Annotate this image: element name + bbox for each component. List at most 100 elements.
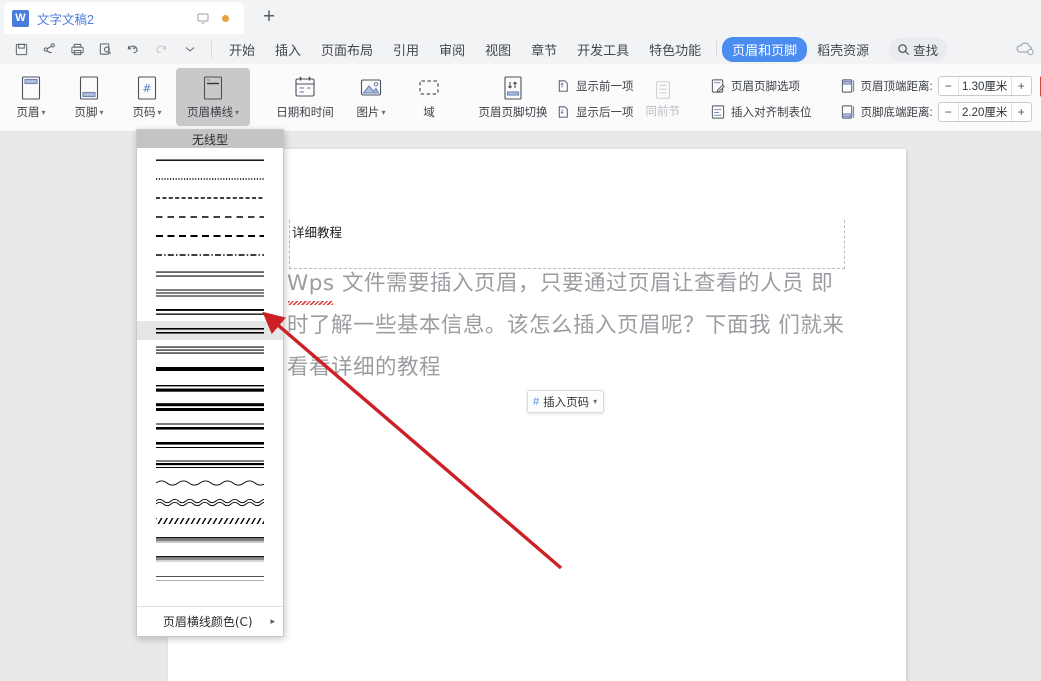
tab-review[interactable]: 审阅 (429, 37, 475, 62)
page-number-button[interactable]: # 页码 ▾ (118, 68, 176, 126)
line-style-item[interactable] (137, 378, 283, 397)
header-top-distance-value[interactable]: 1.30厘米 (958, 77, 1012, 95)
navigation-stack: 显示前一项 显示后一项 (550, 68, 640, 126)
line-style-item[interactable] (137, 359, 283, 378)
chevron-down-icon: ▾ (593, 397, 597, 406)
show-next-button[interactable]: 显示后一项 (550, 99, 640, 125)
switch-header-footer-label: 页眉页脚切换 (479, 104, 548, 120)
insert-page-number-floating-button[interactable]: # 插入页码 ▾ (527, 390, 604, 413)
tab-view[interactable]: 视图 (475, 37, 521, 62)
header-top-increase-button[interactable]: + (1012, 77, 1031, 95)
line-style-item[interactable] (137, 150, 283, 169)
share-icon[interactable] (38, 38, 61, 60)
date-and-time-label: 日期和时间 (276, 104, 334, 120)
show-previous-button[interactable]: 显示前一项 (550, 73, 640, 99)
find-button[interactable]: 查找 (889, 38, 948, 61)
cloud-sync-icon[interactable] (1015, 39, 1035, 62)
page-number-icon: # (135, 73, 159, 103)
show-previous-icon (556, 78, 571, 94)
header-button-text: 页眉 (16, 104, 39, 120)
body-paragraph[interactable]: Wps 文件需要插入页眉，只要通过页眉让查看的人员 即时了解一些基本信息。该怎么… (287, 263, 853, 389)
footer-bottom-increase-button[interactable]: + (1012, 103, 1031, 121)
ribbon-group-insert: 日期和时间 图片 ▾ (266, 64, 460, 132)
line-style-preview (156, 191, 264, 205)
new-tab-button[interactable]: + (257, 6, 281, 30)
line-style-item[interactable] (137, 340, 283, 359)
save-icon[interactable] (10, 38, 33, 60)
line-style-item[interactable] (137, 226, 283, 245)
footer-button[interactable]: 页脚 ▾ (60, 68, 118, 126)
header-region-box[interactable] (289, 220, 845, 269)
menu-header-no-line[interactable]: 无线型 (137, 130, 283, 148)
line-style-item[interactable] (137, 264, 283, 283)
options-stack: 页眉页脚选项 插入对齐制表位 (704, 68, 818, 126)
header-top-decrease-button[interactable]: − (939, 77, 958, 95)
insert-align-tab-button[interactable]: 插入对齐制表位 (704, 99, 818, 125)
line-style-item[interactable] (137, 188, 283, 207)
line-style-preview (156, 438, 264, 452)
header-line-dropdown-menu[interactable]: 无线型 页眉横线颜色(C) ▸ (136, 129, 284, 637)
title-bar: W 文字文稿2 + (0, 0, 1041, 34)
line-style-preview (156, 153, 264, 167)
header-line-icon (201, 73, 225, 103)
line-style-list[interactable] (137, 148, 283, 606)
line-style-item[interactable] (137, 568, 283, 587)
header-text[interactable]: 详细教程 (292, 222, 342, 241)
body-line-1: Wps 文件需要插入页眉，只要通过页眉让查看的人员 (287, 271, 804, 296)
line-style-item[interactable] (137, 245, 283, 264)
line-style-item[interactable] (137, 549, 283, 568)
field-button[interactable]: 域 (400, 68, 458, 126)
line-style-item[interactable] (137, 283, 283, 302)
tab-insert[interactable]: 插入 (265, 37, 311, 62)
tab-references[interactable]: 引用 (383, 37, 429, 62)
line-style-item[interactable] (137, 473, 283, 492)
line-style-item[interactable] (137, 397, 283, 416)
footer-bottom-distance-value[interactable]: 2.20厘米 (958, 103, 1012, 121)
undo-icon[interactable] (122, 38, 145, 60)
line-style-item[interactable] (137, 454, 283, 473)
line-style-item[interactable] (137, 321, 283, 340)
customize-qat-icon[interactable] (178, 38, 201, 60)
tab-page-layout[interactable]: 页面布局 (311, 37, 383, 62)
same-as-previous-button[interactable]: 同前节 (640, 73, 687, 125)
header-icon (19, 73, 43, 103)
line-style-preview (156, 210, 264, 224)
document-tab[interactable]: W 文字文稿2 (4, 2, 244, 34)
line-style-item[interactable] (137, 511, 283, 530)
line-style-item[interactable] (137, 530, 283, 549)
print-preview-icon[interactable] (94, 38, 117, 60)
footer-bottom-decrease-button[interactable]: − (939, 103, 958, 121)
header-line-button[interactable]: 页眉横线 ▾ (176, 68, 250, 126)
header-line-color-menu-item[interactable]: 页眉横线颜色(C) ▸ (137, 606, 283, 636)
header-button[interactable]: 页眉 ▾ (2, 68, 60, 126)
tab-start[interactable]: 开始 (219, 37, 265, 62)
line-style-item[interactable] (137, 169, 283, 188)
switch-header-footer-button[interactable]: 页眉页脚切换 (476, 68, 550, 126)
picture-button[interactable]: 图片 ▾ (342, 68, 400, 126)
tab-divider (716, 41, 717, 57)
line-style-item[interactable] (137, 435, 283, 454)
tab-section[interactable]: 章节 (521, 37, 567, 62)
ribbon-group-margins: 页眉顶端距离: − 1.30厘米 + 页脚底端距离: − (834, 64, 1041, 132)
line-style-item[interactable] (137, 416, 283, 435)
header-top-distance-row: 页眉顶端距离: − 1.30厘米 + (836, 73, 1036, 99)
tab-header-and-footer[interactable]: 页眉和页脚 (722, 37, 807, 62)
footer-bottom-distance-spinner[interactable]: − 2.20厘米 + (938, 102, 1032, 122)
tab-docer-resources[interactable]: 稻壳资源 (807, 37, 879, 62)
tab-featured[interactable]: 特色功能 (639, 37, 711, 62)
line-style-preview (156, 476, 264, 490)
redo-icon[interactable] (150, 38, 173, 60)
wps-writer-icon: W (12, 10, 29, 27)
header-top-distance-spinner[interactable]: − 1.30厘米 + (938, 76, 1032, 96)
header-footer-options-button[interactable]: 页眉页脚选项 (704, 73, 818, 99)
restore-window-icon[interactable] (196, 11, 210, 25)
line-style-item[interactable] (137, 302, 283, 321)
line-style-item[interactable] (137, 207, 283, 226)
date-and-time-button[interactable]: 日期和时间 (268, 68, 342, 126)
line-style-item[interactable] (137, 492, 283, 511)
line-style-preview (156, 457, 264, 471)
tab-developer-tools[interactable]: 开发工具 (567, 37, 639, 62)
print-icon[interactable] (66, 38, 89, 60)
chevron-down-icon: ▾ (41, 108, 45, 117)
line-style-preview (156, 419, 264, 433)
